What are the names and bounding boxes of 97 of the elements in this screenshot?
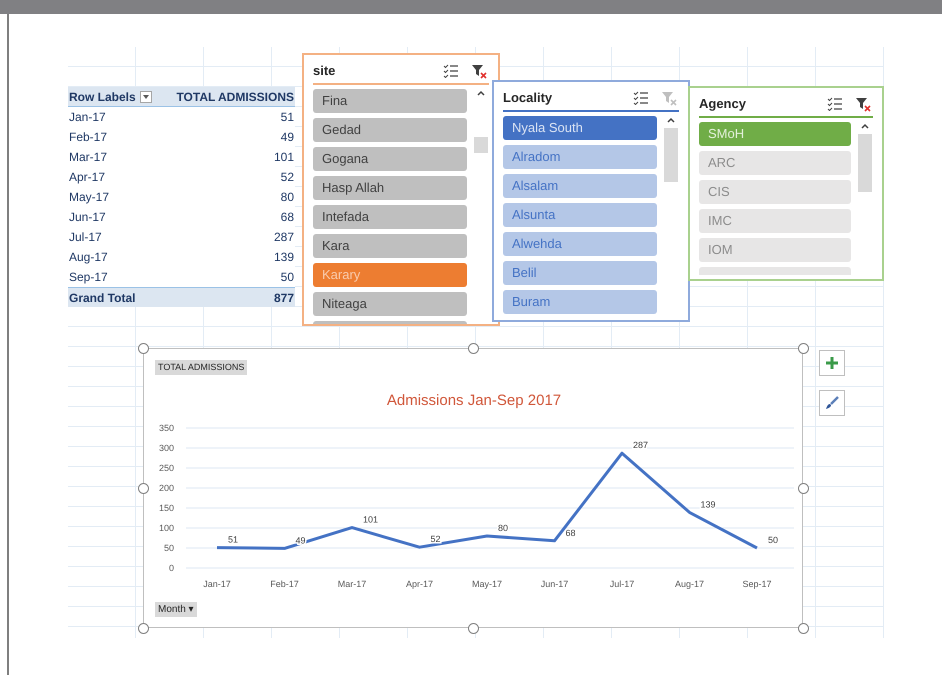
chart-style-button[interactable] <box>819 390 845 416</box>
table-cell-text: 139 <box>274 249 295 266</box>
filter-dropdown-icon[interactable] <box>140 90 152 102</box>
slicer-title: Locality <box>503 89 554 108</box>
x-tick-label: Jan-17 <box>203 579 231 589</box>
resize-handle[interactable] <box>138 483 149 494</box>
slicer-item[interactable]: Belil <box>503 261 658 285</box>
slicer-item[interactable]: Fina <box>313 89 468 113</box>
slicer-item[interactable]: ARC <box>699 151 852 175</box>
table-cell-text: 877 <box>274 290 295 306</box>
data-label: 50 <box>768 535 778 545</box>
table-cell-text: 80 <box>280 189 295 206</box>
resize-handle[interactable] <box>138 623 149 634</box>
multi-select-icon[interactable] <box>633 91 649 105</box>
slicer-item[interactable]: IMC <box>699 209 852 233</box>
table-cell-text: 287 <box>274 229 295 246</box>
table-cell-text: Feb-17 <box>68 129 108 146</box>
axis-field-button[interactable]: Month ▾ <box>155 602 197 617</box>
y-tick-label: 250 <box>158 463 174 473</box>
resize-handle[interactable] <box>138 343 149 354</box>
scroll-thumb[interactable] <box>474 137 488 153</box>
slicer-item[interactable]: Gogana <box>313 147 468 171</box>
table-cell-text: Sep-17 <box>68 269 108 286</box>
y-tick-label: 150 <box>158 503 174 513</box>
data-label: 101 <box>363 514 378 525</box>
x-tick-label: Mar-17 <box>338 579 366 589</box>
chart-title: Admissions Jan-Sep 2017 <box>386 392 562 409</box>
slicer-item[interactable]: Hasp Allah <box>313 176 468 200</box>
x-tick-label: May-17 <box>472 579 502 589</box>
table-cell-text: May-17 <box>68 189 110 206</box>
resize-handle[interactable] <box>468 343 479 354</box>
slicer-item[interactable]: Intefada <box>313 205 468 229</box>
table-cell-text: Jan-17 <box>68 109 106 126</box>
slicer-item[interactable]: Alradom <box>503 145 658 169</box>
slicer-item[interactable]: Alsalam <box>503 174 658 198</box>
slicer-title: Agency <box>699 95 747 114</box>
table-cell-text: 101 <box>274 149 295 166</box>
column-header: TOTAL ADMISSIONS <box>176 88 295 106</box>
slicer-item[interactable]: Niteaga <box>313 292 468 316</box>
slicer-item[interactable]: IOM <box>699 238 852 262</box>
slicer-item[interactable]: SMoH <box>699 122 852 146</box>
data-label: 52 <box>430 534 441 544</box>
resize-handle[interactable] <box>798 623 809 634</box>
column-header: Row Labels <box>68 88 136 106</box>
data-label: 68 <box>566 528 576 538</box>
table-cell-text: Jul-17 <box>68 229 102 246</box>
slicer-item[interactable]: Alsunta <box>503 203 658 227</box>
data-label: 80 <box>498 523 508 533</box>
table-cell-text: Grand Total <box>68 290 136 306</box>
slicer-item[interactable]: CIS <box>699 180 852 204</box>
slicer-title: site <box>313 62 336 80</box>
y-tick-label: 300 <box>158 443 174 453</box>
x-tick-label: Feb-17 <box>270 579 299 589</box>
brush-icon <box>825 396 839 410</box>
table-cell-text: 50 <box>280 269 295 286</box>
y-tick-label: 350 <box>158 423 174 433</box>
table-cell-text: Aug-17 <box>68 249 108 266</box>
plus-icon <box>825 356 839 370</box>
x-tick-label: Aug-17 <box>674 579 704 589</box>
slicer-item[interactable]: Nyala South <box>503 116 658 140</box>
y-tick-label: 200 <box>158 483 174 493</box>
x-tick-label: Apr-17 <box>406 579 433 589</box>
clear-filter-icon[interactable] <box>471 63 487 79</box>
resize-handle[interactable] <box>468 623 479 634</box>
resize-handle[interactable] <box>798 483 809 494</box>
scroll-up-icon[interactable] <box>476 89 486 97</box>
table-cell-text: 68 <box>280 209 295 226</box>
scroll-thumb[interactable] <box>858 134 872 192</box>
data-label: 139 <box>700 499 716 510</box>
slicer-item[interactable]: Buram <box>503 290 658 314</box>
table-cell-text: 52 <box>280 169 295 186</box>
table-cell-text: 51 <box>280 109 295 126</box>
add-element-button[interactable] <box>819 350 845 376</box>
scroll-thumb[interactable] <box>664 128 678 182</box>
x-tick-label: Jul-17 <box>610 579 634 589</box>
table-cell-text: Mar-17 <box>68 149 108 166</box>
y-tick-label: 100 <box>158 523 174 533</box>
y-tick-label: 0 <box>168 563 174 573</box>
slicer-item[interactable]: Kara <box>313 234 468 258</box>
table-cell-text: 49 <box>280 129 295 146</box>
x-tick-label: Jun-17 <box>540 579 568 589</box>
slicer-item[interactable]: Alwehda <box>503 232 658 256</box>
multi-select-icon[interactable] <box>827 97 843 111</box>
scroll-up-icon[interactable] <box>860 122 870 130</box>
data-label: 287 <box>633 440 648 450</box>
table-cell-text: Apr-17 <box>68 169 106 186</box>
clear-filter-icon[interactable] <box>855 96 871 112</box>
y-tick-label: 50 <box>164 543 174 553</box>
table-cell-text: Jun-17 <box>68 209 106 226</box>
scroll-up-icon[interactable] <box>666 116 676 124</box>
slicer-item[interactable]: Gedad <box>313 118 468 142</box>
data-label: 51 <box>228 534 238 545</box>
multi-select-icon[interactable] <box>443 64 459 78</box>
resize-handle[interactable] <box>798 343 809 354</box>
slicer-item[interactable]: Karary <box>313 263 468 287</box>
field-button[interactable]: TOTAL ADMISSIONS <box>155 360 248 375</box>
x-tick-label: Sep-17 <box>742 579 772 589</box>
